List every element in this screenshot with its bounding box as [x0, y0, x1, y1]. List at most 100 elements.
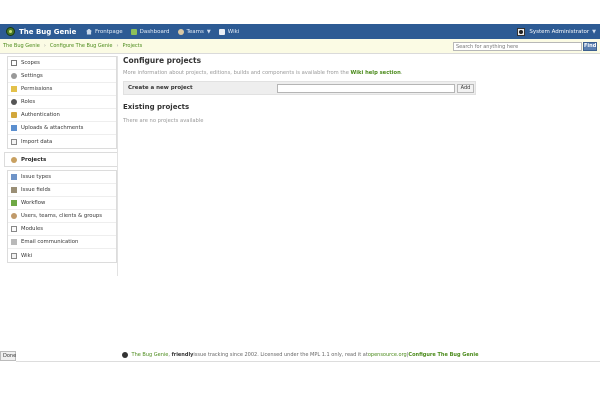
menu-group-general: Scopes Settings Permissions Roles Authen… [7, 56, 117, 149]
sidebar-item-roles[interactable]: Roles [8, 96, 116, 109]
sidebar-item-settings[interactable]: Settings [8, 70, 116, 83]
sidebar-item-label: Workflow [21, 200, 46, 206]
sidebar-item-label: Wiki [21, 252, 33, 259]
top-header: The Bug Genie Frontpage Dashboard Teams … [0, 24, 600, 39]
breadcrumb-projects[interactable]: Projects [123, 43, 143, 49]
breadcrumb-configure[interactable]: Configure The Bug Genie [50, 43, 113, 49]
nav-dashboard-label: Dashboard [139, 28, 170, 35]
avatar [517, 27, 526, 36]
workflow-icon [11, 200, 17, 206]
user-name: System Administrator [529, 28, 590, 35]
wiki-help-link[interactable]: Wiki help section [351, 70, 401, 76]
sidebar-item-label: Issue fields [21, 187, 51, 193]
sidebar-item-import[interactable]: Import data [8, 135, 116, 148]
user-menu[interactable]: System Administrator ▼ [517, 24, 596, 39]
dashboard-icon [130, 28, 137, 35]
nav-teams[interactable]: Teams ▼ [177, 28, 211, 35]
sidebar-item-label: Permissions [21, 86, 53, 92]
main-content: Configure projects More information abou… [123, 56, 476, 124]
sidebar-item-label: Roles [21, 99, 36, 105]
existing-projects-title: Existing projects [123, 103, 190, 111]
sidebar-item-uploads[interactable]: Uploads & attachments [8, 122, 116, 135]
description-text: More information about projects, edition… [123, 70, 351, 76]
sidebar-item-projects[interactable]: Projects [4, 152, 117, 167]
nav-frontpage[interactable]: Frontpage [86, 28, 123, 35]
breadcrumb-home[interactable]: The Bug Genie [3, 43, 40, 49]
nav-frontpage-label: Frontpage [95, 28, 123, 35]
sidebar-item-label: Issue types [21, 174, 51, 180]
sidebar-item-workflow[interactable]: Workflow [8, 197, 116, 210]
sidebar-item-label: Import data [21, 138, 53, 145]
opensource-link[interactable]: opensource.org [368, 352, 407, 358]
footer: The Bug Genie, friendly issue tracking s… [0, 350, 600, 360]
issue-types-icon [11, 174, 17, 180]
page-title: Configure projects [123, 56, 202, 65]
modules-icon [11, 226, 17, 232]
logo-text: The Bug Genie [19, 27, 77, 36]
footer-friendly: friendly [171, 352, 194, 358]
breadcrumb-separator: › [116, 43, 119, 49]
add-project-button[interactable]: Add [457, 84, 474, 93]
bug-genie-logo-icon [6, 27, 15, 36]
logo[interactable]: The Bug Genie [6, 27, 86, 36]
find-button[interactable]: Find [583, 42, 597, 51]
scopes-icon [11, 60, 17, 66]
breadcrumb-separator: › [43, 43, 46, 49]
roles-icon [11, 99, 17, 105]
configure-link[interactable]: Configure The Bug Genie [408, 352, 478, 358]
upload-icon [11, 125, 17, 131]
search-input[interactable] [453, 42, 582, 51]
sidebar-divider [117, 56, 118, 276]
lock-icon [11, 112, 17, 118]
nav-dashboard[interactable]: Dashboard [130, 28, 170, 35]
nav-wiki[interactable]: Wiki [218, 28, 240, 35]
chevron-down-icon[interactable]: ▼ [592, 29, 596, 35]
top-blank [0, 0, 600, 24]
main-nav: Frontpage Dashboard Teams ▼ Wiki [86, 28, 247, 35]
sidebar-item-label: Email communication [21, 239, 79, 245]
home-icon [86, 28, 92, 35]
sidebar-item-authentication[interactable]: Authentication [8, 109, 116, 122]
permissions-icon [11, 86, 17, 92]
sidebar-item-issue-fields[interactable]: Issue fields [8, 184, 116, 197]
bug-genie-footer-icon [121, 352, 128, 358]
menu-group-issues: Issue types Issue fields Workflow Users,… [7, 170, 117, 263]
sidebar-item-label: Users, teams, clients & groups [21, 213, 103, 219]
nav-teams-label: Teams [186, 28, 204, 35]
status-bar: Done [0, 351, 16, 361]
import-icon [11, 138, 17, 145]
empty-projects-message: There are no projects available [123, 118, 204, 124]
create-project-row: Create a new project Add [123, 81, 476, 95]
description-suffix: . [400, 70, 403, 76]
sidebar-item-label: Settings [21, 73, 43, 79]
sidebar-item-label: Uploads & attachments [21, 125, 84, 131]
wiki-nav-icon [218, 28, 225, 35]
sidebar-item-scopes[interactable]: Scopes [8, 57, 116, 70]
footer-rule [16, 361, 600, 362]
page-description: More information about projects, edition… [123, 70, 476, 76]
sidebar-item-email[interactable]: Email communication [8, 236, 116, 249]
sidebar-item-permissions[interactable]: Permissions [8, 83, 116, 96]
footer-text: issue tracking since 2002. Licensed unde… [193, 352, 368, 358]
projects-icon [11, 156, 17, 163]
sidebar-item-issue-types[interactable]: Issue types [8, 171, 116, 184]
sidebar-item-label: Projects [21, 156, 47, 163]
chevron-down-icon[interactable]: ▼ [207, 29, 211, 35]
footer-brand-link[interactable]: The Bug Genie [132, 352, 169, 358]
project-name-input[interactable] [277, 84, 455, 93]
config-sidebar: Scopes Settings Permissions Roles Authen… [4, 56, 117, 263]
issue-fields-icon [11, 187, 17, 193]
create-project-label: Create a new project [128, 85, 193, 91]
sidebar-item-wiki[interactable]: Wiki [8, 249, 116, 262]
sidebar-item-label: Modules [21, 226, 44, 232]
email-icon [11, 239, 17, 245]
sidebar-item-label: Scopes [21, 60, 40, 66]
sidebar-item-modules[interactable]: Modules [8, 223, 116, 236]
settings-icon [11, 73, 17, 79]
breadcrumb-bar: The Bug Genie › Configure The Bug Genie … [0, 39, 600, 54]
sidebar-item-label: Authentication [21, 112, 60, 118]
nav-wiki-label: Wiki [227, 28, 240, 35]
users-icon [11, 213, 17, 219]
breadcrumb: The Bug Genie › Configure The Bug Genie … [3, 43, 142, 49]
sidebar-item-users[interactable]: Users, teams, clients & groups [8, 210, 116, 223]
